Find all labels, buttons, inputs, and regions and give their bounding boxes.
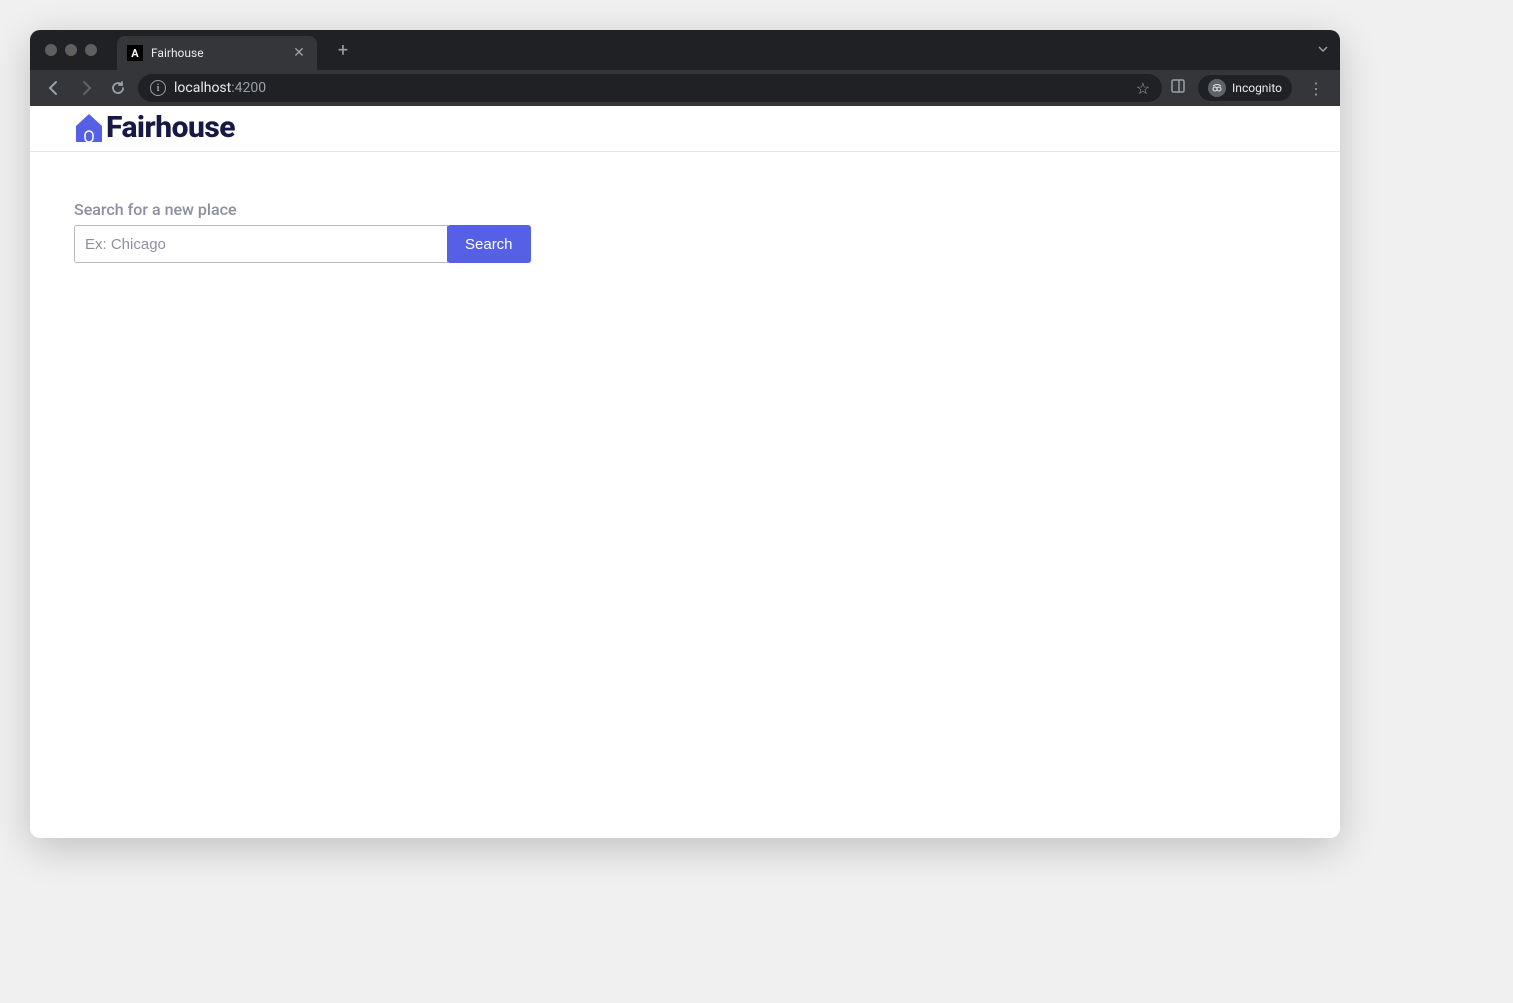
incognito-badge[interactable]: Incognito [1198, 75, 1292, 101]
search-input[interactable] [74, 225, 448, 263]
browser-tab-bar: A Fairhouse ✕ + [30, 30, 1340, 70]
url-host: localhost [174, 80, 231, 96]
window-controls [45, 44, 97, 56]
browser-tab[interactable]: A Fairhouse ✕ [117, 36, 317, 70]
search-label: Search for a new place [74, 200, 1296, 219]
tab-close-icon[interactable]: ✕ [291, 45, 307, 61]
url-box[interactable]: i localhost:4200 ☆ [138, 74, 1162, 102]
forward-button[interactable] [74, 76, 98, 100]
tab-title: Fairhouse [151, 46, 283, 60]
site-info-icon[interactable]: i [150, 80, 166, 96]
app-logo[interactable]: Fairhouse [74, 110, 235, 145]
window-maximize-icon[interactable] [85, 44, 97, 56]
window-close-icon[interactable] [45, 44, 57, 56]
tab-favicon-icon: A [127, 45, 143, 61]
url-text: localhost:4200 [174, 80, 1128, 96]
search-button[interactable]: Search [447, 225, 531, 263]
brand-name: Fairhouse [106, 110, 235, 145]
page-viewport: Fairhouse Search for a new place Search [30, 106, 1340, 838]
incognito-label: Incognito [1232, 81, 1282, 95]
back-button[interactable] [42, 76, 66, 100]
browser-window: A Fairhouse ✕ + i localhost:4200 ☆ [30, 30, 1340, 838]
address-bar-right: Incognito ⋮ [1170, 75, 1328, 101]
incognito-icon [1208, 79, 1226, 97]
window-minimize-icon[interactable] [65, 44, 77, 56]
search-form: Search [74, 225, 1296, 263]
main-content: Search for a new place Search [30, 152, 1340, 311]
url-port: :4200 [231, 80, 266, 96]
browser-address-bar: i localhost:4200 ☆ Incognito ⋮ [30, 70, 1340, 106]
new-tab-button[interactable]: + [329, 36, 357, 64]
favicon-letter: A [131, 47, 138, 60]
house-icon [74, 112, 104, 144]
app-header: Fairhouse [30, 106, 1340, 152]
bookmark-star-icon[interactable]: ☆ [1136, 79, 1150, 98]
tabs-overflow-icon[interactable] [1316, 41, 1330, 60]
browser-menu-icon[interactable]: ⋮ [1304, 79, 1328, 98]
reload-button[interactable] [106, 76, 130, 100]
side-panel-icon[interactable] [1170, 78, 1186, 98]
